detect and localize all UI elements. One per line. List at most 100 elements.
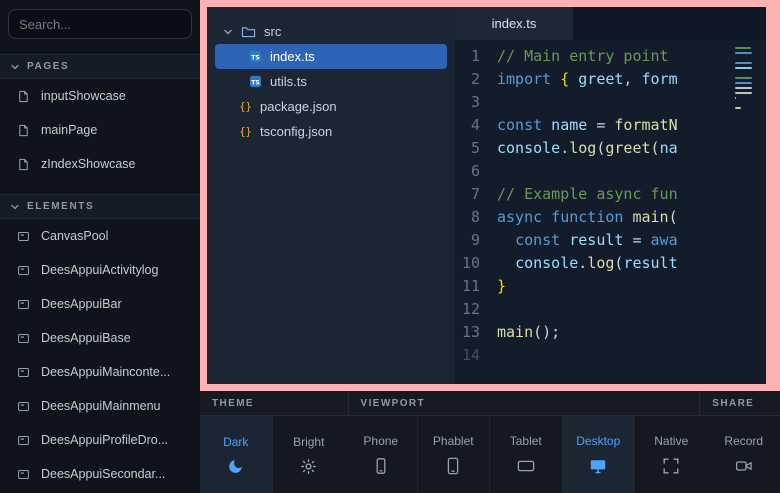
code-text: async function main( (497, 206, 678, 229)
sidebar-item-deesappuibar[interactable]: DeesAppuiBar (0, 287, 200, 321)
sidebar-item-label: inputShowcase (41, 89, 126, 103)
code-token: const (515, 231, 560, 249)
code-line: 11} (455, 275, 766, 298)
tree-item-tsconfig-json[interactable]: {} tsconfig.json (215, 119, 447, 144)
code-token: = (632, 231, 650, 249)
bottom-toolbar: THEMEVIEWPORTSHARE DarkBrightPhone Phable… (200, 391, 780, 493)
toolbar-headers: THEMEVIEWPORTSHARE (200, 391, 780, 416)
tree-item-label: tsconfig.json (260, 124, 332, 139)
code-token: na (660, 139, 678, 157)
line-number: 6 (455, 160, 497, 183)
code-token: main (623, 208, 668, 226)
file-icon (17, 124, 30, 137)
component-icon (17, 332, 30, 345)
tablet-button[interactable]: Tablet (490, 416, 563, 493)
code-token: async function (497, 208, 623, 226)
minimap-line (735, 62, 752, 64)
phablet-button[interactable]: Phablet (418, 416, 491, 493)
code-token: awa (651, 231, 678, 249)
code-token: ( (651, 139, 660, 157)
record-button[interactable]: Record (708, 416, 780, 493)
section-header-elements[interactable]: ELEMENTS (0, 194, 200, 219)
toolbar-section-theme: THEME (200, 391, 349, 415)
tree-item-utils-ts[interactable]: TSutils.ts (215, 69, 447, 94)
bright-button[interactable]: Bright (273, 416, 346, 493)
json-file-icon: {} (239, 125, 252, 138)
sidebar-item-deesappuiactivitylog[interactable]: DeesAppuiActivitylog (0, 253, 200, 287)
sidebar-item-canvaspool[interactable]: CanvasPool (0, 219, 200, 253)
sidebar: PAGES inputShowcase mainPagezIndexShowcase… (0, 0, 200, 493)
code-token: . (560, 139, 569, 157)
line-number: 2 (455, 68, 497, 91)
sidebar-item-label: DeesAppuiMainconte... (41, 365, 170, 379)
code-line: 3 (455, 91, 766, 114)
editor-tab[interactable]: index.ts (455, 7, 573, 40)
code-token: name (542, 116, 596, 134)
tree-item-label: src (264, 24, 281, 39)
minimap-line (735, 67, 752, 69)
code-token: // Main entry point (497, 47, 669, 65)
tree-item-label: index.ts (270, 49, 315, 64)
sun-icon (300, 458, 317, 475)
code-token: { (560, 70, 569, 88)
component-icon (17, 434, 30, 447)
svg-text:TS: TS (251, 79, 259, 86)
sidebar-nav: PAGES inputShowcase mainPagezIndexShowcase… (0, 54, 200, 491)
code-token: . (578, 254, 587, 272)
component-icon (17, 468, 30, 481)
minimap-line (735, 87, 752, 89)
toolbar-group-share: Record (708, 416, 780, 493)
minimap (735, 47, 753, 117)
sidebar-item-zindexshowcase[interactable]: zIndexShowcase (0, 147, 200, 181)
sidebar-item-mainpage[interactable]: mainPage (0, 113, 200, 147)
sidebar-item-deesappuimainmenu[interactable]: DeesAppuiMainmenu (0, 389, 200, 423)
code-token: import (497, 70, 551, 88)
line-number: 11 (455, 275, 497, 298)
sidebar-item-inputshowcase[interactable]: inputShowcase (0, 79, 200, 113)
section-header-pages[interactable]: PAGES (0, 54, 200, 79)
tablet-icon (517, 457, 535, 475)
toolbar-button-label: Phablet (433, 434, 474, 448)
sidebar-item-deesappuisecondar[interactable]: DeesAppuiSecondar... (0, 457, 200, 491)
file-icon (17, 90, 30, 103)
tree-item-index-ts[interactable]: TSindex.ts (215, 44, 447, 69)
chevron-down-icon (223, 27, 233, 37)
phone-button[interactable]: Phone (345, 416, 418, 493)
code-token: greet, form (569, 70, 677, 88)
code-line: 5console.log(greet(na (455, 137, 766, 160)
code-line: 1// Main entry point (455, 45, 766, 68)
component-icon (17, 366, 30, 379)
svg-text:{}: {} (239, 127, 251, 138)
line-number: 3 (455, 91, 497, 114)
folder-icon (241, 25, 256, 38)
code-text: const result = awa (497, 229, 678, 252)
sidebar-item-deesappuimainconte[interactable]: DeesAppuiMainconte... (0, 355, 200, 389)
code-line: 13main(); (455, 321, 766, 344)
sidebar-item-deesappuibase[interactable]: DeesAppuiBase (0, 321, 200, 355)
minimap-line (735, 77, 752, 79)
code-token: result (560, 231, 632, 249)
component-icon (17, 230, 30, 243)
chevron-down-icon (10, 202, 20, 212)
code-token: formatN (614, 116, 677, 134)
native-icon (662, 457, 680, 475)
code-token: log (569, 139, 596, 157)
component-icon (17, 298, 30, 311)
code-line: 14 (455, 344, 766, 367)
desktop-button[interactable]: Desktop (563, 416, 636, 493)
sidebar-item-label: DeesAppuiMainmenu (41, 399, 161, 413)
tab-bar: index.ts (455, 7, 766, 40)
code-token: // Example async fun (497, 185, 678, 203)
dark-button[interactable]: Dark (200, 416, 273, 493)
file-icon (17, 158, 30, 171)
toolbar-button-label: Tablet (510, 434, 542, 448)
code-line: 7// Example async fun (455, 183, 766, 206)
editor-pane: index.ts 1// Main entry point2import { g… (455, 7, 766, 384)
native-button[interactable]: Native (635, 416, 708, 493)
tree-item-package-json[interactable]: {}package.json (215, 94, 447, 119)
search-input[interactable] (8, 9, 192, 39)
phone-icon (372, 457, 390, 475)
sidebar-item-deesappuiprofiledro[interactable]: DeesAppuiProfileDro... (0, 423, 200, 457)
tree-item-src[interactable]: src (215, 19, 447, 44)
code-token: (); (533, 323, 560, 341)
